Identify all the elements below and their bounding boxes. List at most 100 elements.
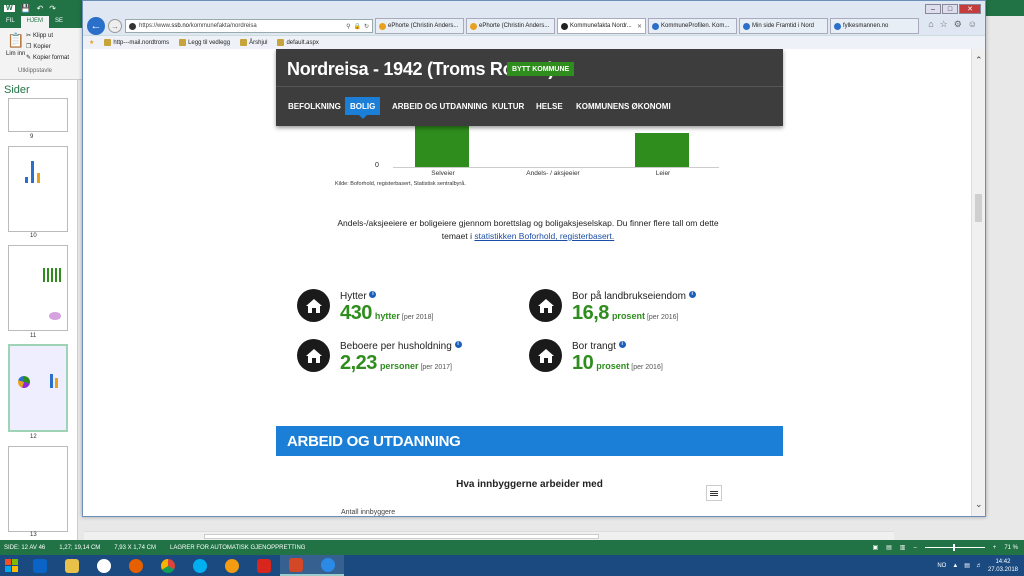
format-painter-button[interactable]: ✎ Kopier format	[26, 54, 69, 62]
page-number: 9	[30, 134, 34, 140]
tab-favicon-icon	[561, 22, 568, 30]
explorer-icon[interactable]	[56, 555, 88, 576]
browser-tab[interactable]: Min side Framtid i Nord	[739, 18, 828, 34]
favorite-link[interactable]: default.aspx	[277, 39, 319, 46]
tab-se[interactable]: SE	[49, 16, 69, 28]
tray-arrow-icon[interactable]: ▲	[952, 563, 958, 569]
chart-baseline	[393, 167, 719, 168]
paste-button[interactable]: 📋 Lim inn	[6, 32, 25, 57]
tab-label: KommuneProfilen. Kom...	[661, 23, 730, 29]
page-number: 13	[30, 532, 37, 538]
outlook-icon[interactable]	[24, 555, 56, 576]
page-thumbnail[interactable]	[8, 446, 68, 532]
network-icon[interactable]: ▤	[964, 562, 970, 569]
close-button[interactable]: ✕	[959, 4, 981, 14]
skype-icon[interactable]	[184, 555, 216, 576]
back-button[interactable]: ←	[87, 17, 105, 35]
smiley-icon[interactable]: ☺	[968, 19, 977, 30]
tab-fil[interactable]: FIL	[0, 16, 21, 28]
nav-item[interactable]: HELSE	[531, 97, 568, 115]
stat-value: 16,8	[572, 302, 609, 324]
search-icon[interactable]: ⚲	[346, 23, 350, 30]
volume-icon[interactable]: ♬	[976, 563, 982, 569]
nav-item[interactable]: BOLIG	[345, 97, 381, 119]
favorite-link[interactable]: Legg til vedlegg	[179, 39, 230, 46]
zoom-slider[interactable]	[924, 544, 985, 551]
refresh-icon[interactable]: ↻	[364, 23, 369, 30]
hp-icon[interactable]	[88, 555, 120, 576]
page-scrollbar[interactable]: ⌃ ⌄	[971, 49, 985, 516]
scroll-down-icon[interactable]: ⌄	[975, 499, 983, 510]
horizontal-scrollbar[interactable]	[84, 531, 894, 540]
scroll-up-icon[interactable]: ⌃	[975, 55, 983, 66]
info-icon[interactable]: i	[369, 291, 377, 298]
hamburger-menu-icon[interactable]	[706, 485, 722, 501]
browser-tab[interactable]: ePhorte (Christin Anders...	[375, 18, 464, 34]
tab-favicon-icon	[652, 22, 659, 30]
nav-item[interactable]: KULTUR	[487, 97, 529, 115]
nav-item[interactable]: ARBEID OG UTDANNING	[387, 97, 493, 115]
chrome-icon[interactable]	[152, 555, 184, 576]
undo-icon[interactable]: ↶	[37, 4, 44, 13]
chart-bar-leier[interactable]	[635, 133, 689, 167]
stat-value: 2,23	[340, 352, 377, 374]
acrobat-icon[interactable]	[248, 555, 280, 576]
print-layout-icon[interactable]: ▤	[886, 544, 892, 551]
statistics-link[interactable]: statistikken Boforhold, registerbasert.	[474, 231, 614, 241]
forward-button[interactable]: →	[108, 19, 122, 33]
maximize-button[interactable]: □	[942, 4, 958, 14]
page-thumbnail[interactable]	[8, 146, 68, 232]
cut-button[interactable]: ✂ Klipp ut	[26, 32, 53, 40]
lock-icon[interactable]: 🔒	[353, 23, 360, 30]
favorites-icon[interactable]: ☆	[940, 19, 948, 30]
redo-icon[interactable]: ↷	[49, 4, 56, 13]
bookmark-icon	[179, 39, 187, 46]
change-municipality-button[interactable]: BYTT KOMMUNE	[507, 62, 575, 76]
copy-button[interactable]: ❐ Kopier	[26, 43, 51, 51]
powerpoint-icon[interactable]	[280, 555, 312, 576]
active-caret	[358, 115, 367, 119]
browser-tab[interactable]: Kommunefakta Nordr... ✕	[557, 18, 646, 34]
favorite-link[interactable]: Årshjul	[240, 39, 267, 46]
settings-icon[interactable]: ⚙	[954, 19, 962, 30]
save-icon[interactable]: 💾	[21, 4, 31, 13]
page-thumbnail[interactable]	[8, 245, 68, 331]
nav-item[interactable]: KOMMUNENS ØKONOMI	[571, 97, 676, 115]
browser-tab[interactable]: KommuneProfilen. Kom...	[648, 18, 737, 34]
info-icon[interactable]: i	[618, 341, 626, 348]
stat-label: Hytter	[340, 291, 367, 302]
browser-tab[interactable]: ePhorte (Christin Anders...	[466, 18, 555, 34]
clock[interactable]: 14:42 27.03.2018	[988, 558, 1018, 574]
stat-beboere: Beboere per husholdning i 2,23 personer [p…	[297, 339, 497, 379]
minimize-button[interactable]: –	[925, 4, 941, 14]
chart-source: Kilde: Boforhold, registerbasert, Statis…	[335, 181, 466, 187]
firefox-icon[interactable]	[120, 555, 152, 576]
tab-close-icon[interactable]: ✕	[637, 23, 642, 30]
view-mode-icon[interactable]: ▣	[872, 544, 878, 551]
favorites-star-icon[interactable]: ★	[89, 39, 94, 46]
media-player-icon[interactable]	[216, 555, 248, 576]
start-button[interactable]	[0, 555, 24, 576]
tab-label: Kommunefakta Nordr...	[570, 23, 632, 29]
nav-label: KOMMUNENS ØKONOMI	[576, 101, 671, 111]
language-indicator[interactable]: NO	[937, 563, 946, 569]
favorite-link[interactable]: http---mail.nordtroms	[104, 39, 169, 46]
address-bar[interactable]: https://www.ssb.no/kommunefakta/nordreis…	[125, 19, 373, 33]
browser-tab[interactable]: fylkesmannen.no	[830, 18, 919, 34]
home-icon[interactable]: ⌂	[928, 19, 933, 30]
ie-icon[interactable]	[312, 555, 344, 576]
tab-favicon-icon	[470, 22, 477, 30]
zoom-out-button[interactable]: –	[913, 545, 916, 551]
page-thumbnail[interactable]	[8, 98, 68, 132]
status-position: 1,27; 19,14 CM	[59, 544, 101, 551]
info-icon[interactable]: i	[688, 291, 696, 298]
zoom-in-button[interactable]: +	[993, 545, 997, 551]
page-thumbnail-selected[interactable]	[8, 344, 68, 432]
nav-item[interactable]: BEFOLKNING	[283, 97, 346, 115]
web-layout-icon[interactable]: ▥	[900, 544, 906, 551]
nav-label: BEFOLKNING	[288, 101, 341, 111]
zoom-level[interactable]: 71 %	[1004, 545, 1018, 551]
info-icon[interactable]: i	[454, 341, 462, 348]
tab-hjem[interactable]: HJEM	[20, 16, 50, 28]
stat-period: [per 2016]	[646, 314, 679, 321]
